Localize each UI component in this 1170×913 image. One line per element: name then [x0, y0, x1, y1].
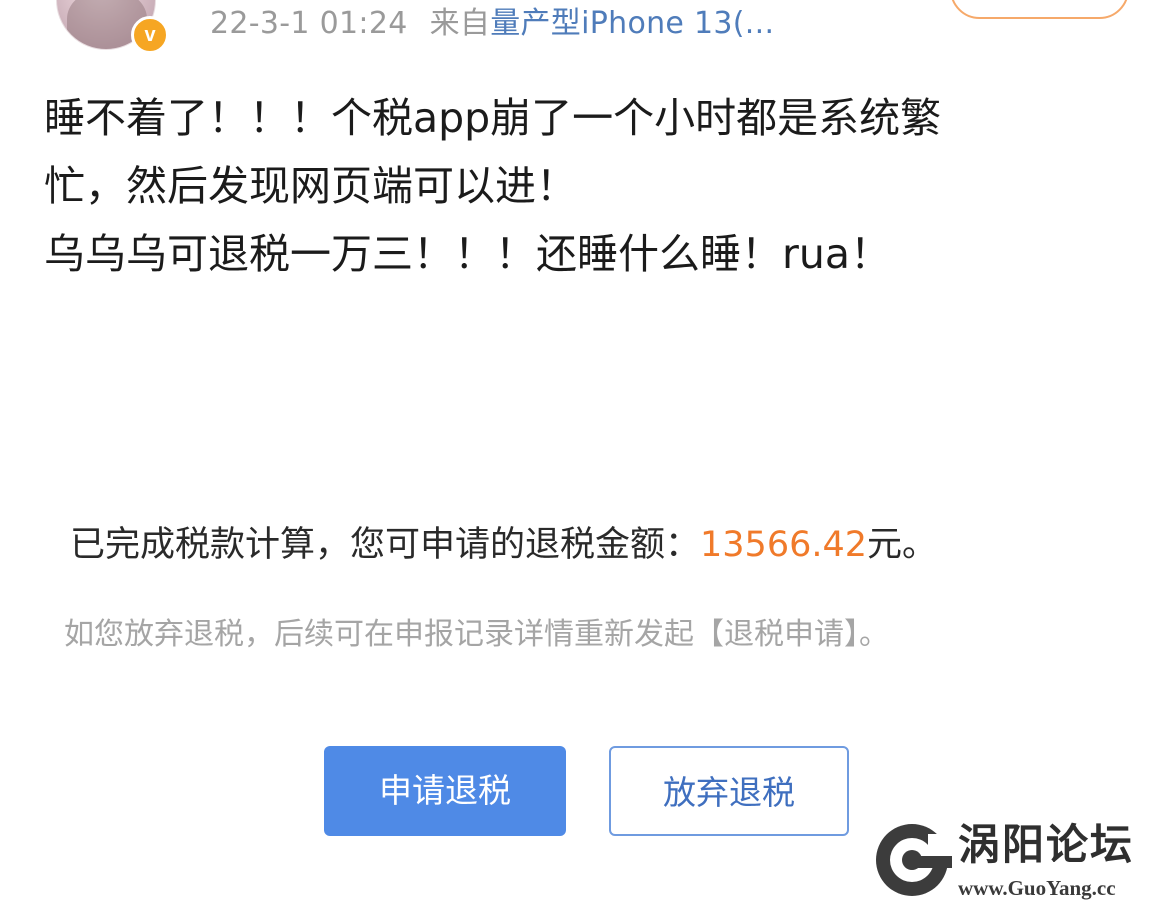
post-device-link[interactable]: 量产型iPhone 13(... [490, 6, 774, 41]
embedded-screenshot [24, 320, 1130, 880]
refund-result-text: 已完成税款计算，您可申请的退税金额：13566.42元。 [70, 520, 937, 570]
refund-result-suffix: 元。 [867, 525, 938, 565]
post-source-prefix: 来自 [429, 6, 491, 41]
verified-badge-icon: v [131, 16, 169, 54]
follow-button[interactable] [950, 0, 1129, 19]
watermark-url: www.GuoYang.cc [958, 876, 1116, 900]
watermark-name: 涡阳论坛 [958, 820, 1135, 869]
refund-amount: 13566.42 [700, 525, 868, 565]
apply-refund-button[interactable]: 申请退税 [324, 746, 566, 836]
post-text: 睡不着了！！！个税app崩了一个小时都是系统繁 忙，然后发现网页端可以进！ 乌乌… [44, 84, 1144, 288]
post-line: 乌乌乌可退税一万三！！！还睡什么睡！rua！ [44, 230, 891, 278]
watermark-logo-icon [876, 824, 952, 896]
post-line: 忙，然后发现网页端可以进！ [44, 162, 577, 210]
abandon-refund-button[interactable]: 放弃退税 [609, 746, 849, 836]
refund-result-prefix: 已完成税款计算，您可申请的退税金额： [70, 525, 701, 565]
abandon-hint-text: 如您放弃退税，后续可在申报记录详情重新发起【退税申请】。 [64, 617, 889, 652]
post-line: 睡不着了！！！个税app崩了一个小时都是系统繁 [44, 94, 942, 142]
post-meta: 22-3-1 01:24 来自量产型iPhone 13(... [210, 4, 774, 44]
post-timestamp: 22-3-1 01:24 [210, 6, 408, 41]
